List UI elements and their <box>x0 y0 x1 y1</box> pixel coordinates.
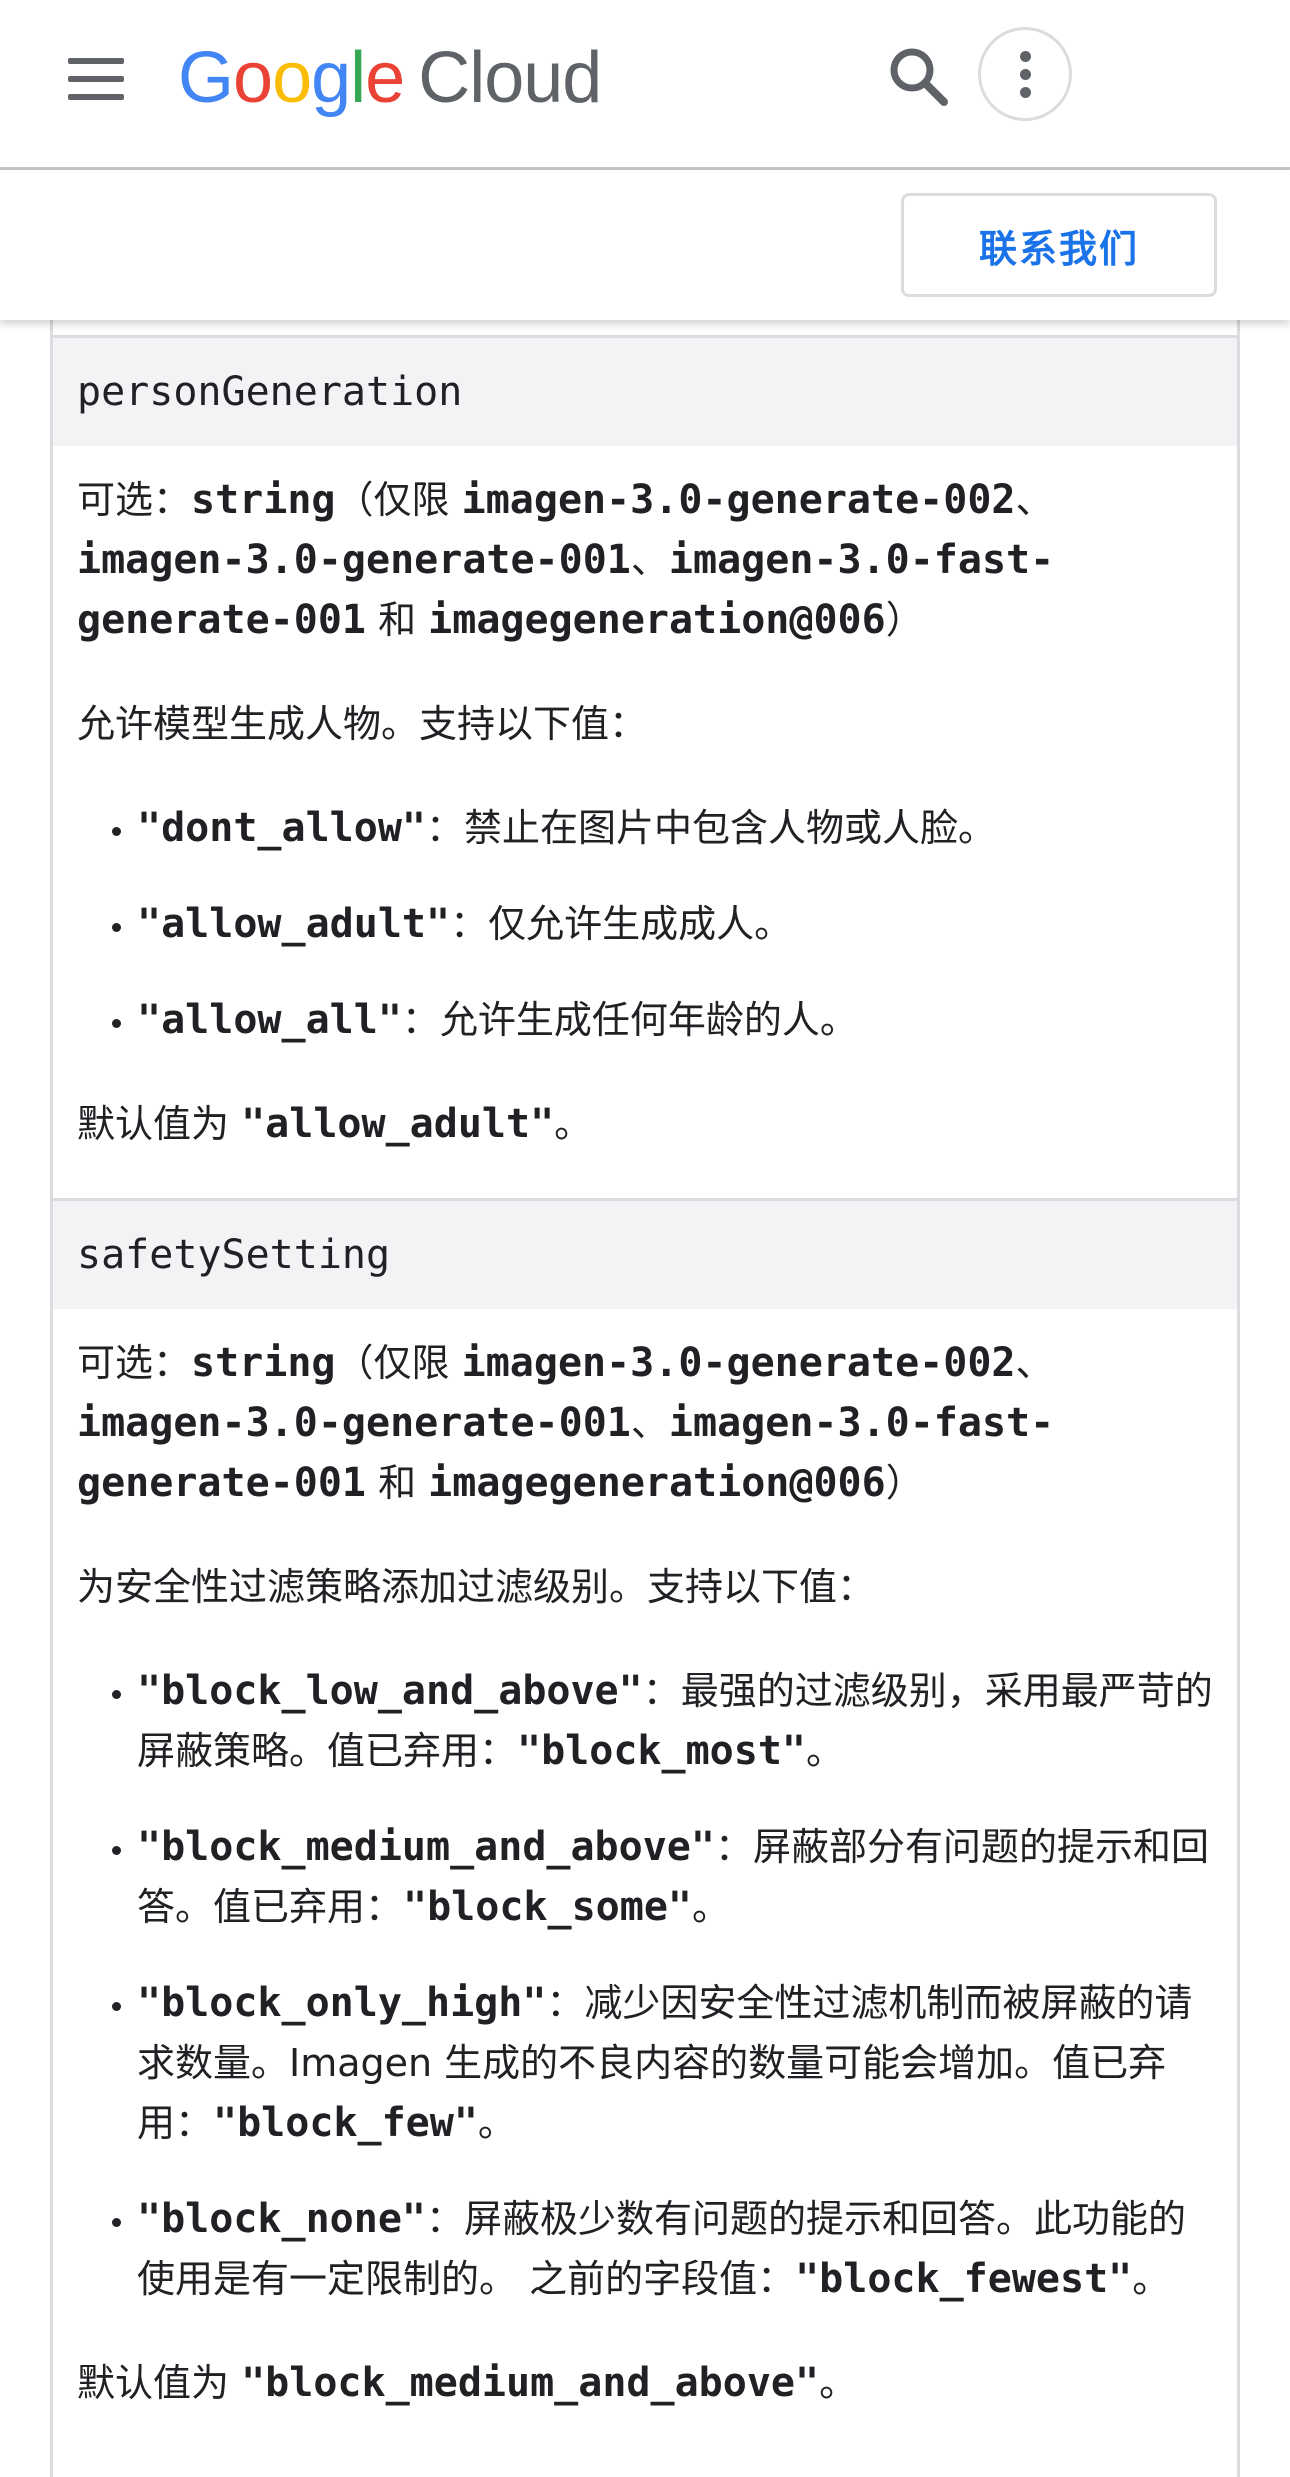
menu-icon[interactable] <box>60 52 132 112</box>
list-item: "block_low_and_above"：最强的过滤级别，采用最严苛的屏蔽策略… <box>137 1661 1213 1781</box>
separator: 、 <box>630 538 669 582</box>
conjunction: 和 <box>365 598 429 642</box>
conjunction: 和 <box>365 1461 429 1505</box>
default-code: "block_medium_and_above" <box>241 2360 820 2406</box>
restrict-close: ） <box>885 598 924 642</box>
param-desc: 为安全性过滤策略添加过滤级别。支持以下值： <box>77 1565 876 1609</box>
google-cloud-logo[interactable]: Google Cloud <box>178 28 602 128</box>
logo-cloud-text: Cloud <box>418 38 602 118</box>
deprecated-code: "block_some" <box>403 1884 692 1930</box>
default-code: "allow_adult" <box>241 1101 555 1147</box>
value-list: "dont_allow"：禁止在图片中包含人物或人脸。 "allow_adult… <box>77 798 1213 1050</box>
list-item: "block_only_high"：减少因安全性过滤机制而被屏蔽的请求数量。Im… <box>137 1973 1213 2153</box>
separator: 、 <box>1015 1341 1054 1385</box>
value-list: "block_low_and_above"：最强的过滤级别，采用最严苛的屏蔽策略… <box>77 1661 1213 2309</box>
type-value: string <box>191 1340 336 1386</box>
model-name: imagen-3.0-generate-001 <box>77 537 631 583</box>
list-item: "block_medium_and_above"：屏蔽部分有问题的提示和回答。值… <box>137 1817 1213 1937</box>
more-vert-icon[interactable] <box>978 27 1072 121</box>
param-description-safety-setting: 可选：string（仅限 imagen-3.0-generate-002、ima… <box>53 1309 1237 2457</box>
default-value-line: 默认值为 "block_medium_and_above"。 <box>77 2353 1213 2413</box>
param-name-person-generation: personGeneration <box>77 369 463 415</box>
model-name: imagen-3.0-generate-001 <box>77 1400 631 1446</box>
value-code: "block_low_and_above" <box>137 1668 643 1714</box>
model-name: imagen-3.0-generate-002 <box>461 477 1016 523</box>
default-prefix: 默认值为 <box>77 2361 242 2405</box>
value-code: "allow_all" <box>137 997 402 1043</box>
value-end: 。 <box>477 2101 516 2145</box>
type-prefix: 可选： <box>77 478 192 522</box>
param-name-safety-setting: safetySetting <box>77 1232 391 1278</box>
param-name-row: safetySetting <box>53 1198 1237 1309</box>
value-text: ：禁止在图片中包含人物或人脸。 <box>425 806 996 850</box>
deprecated-code: "block_fewest" <box>795 2256 1133 2302</box>
model-name: imagegeneration@006 <box>428 1460 886 1506</box>
param-desc: 允许模型生成人物。支持以下值： <box>77 702 648 746</box>
default-suffix: 。 <box>554 1102 593 1146</box>
logo-google-text: Google <box>178 38 405 118</box>
restrict-close: ） <box>885 1461 924 1505</box>
secondary-bar: 联系我们 <box>0 170 1290 320</box>
separator: 、 <box>630 1401 669 1445</box>
param-type-line: 可选：string（仅限 imagen-3.0-generate-002、ima… <box>77 470 1213 650</box>
deprecated-code: "block_few" <box>213 2100 478 2146</box>
model-name: imagen-3.0-generate-002 <box>461 1340 1016 1386</box>
value-code: "allow_adult" <box>137 901 451 947</box>
default-suffix: 。 <box>819 2361 858 2405</box>
separator: 、 <box>1015 478 1054 522</box>
type-prefix: 可选： <box>77 1341 192 1385</box>
model-name: imagegeneration@006 <box>428 597 886 643</box>
deprecated-code: "block_most" <box>517 1728 806 1774</box>
type-value: string <box>191 477 336 523</box>
value-code: "block_medium_and_above" <box>137 1824 715 1870</box>
value-code: "block_only_high" <box>137 1980 547 2026</box>
restrict-open: （仅限 <box>335 1341 462 1385</box>
value-text: ：仅允许生成成人。 <box>450 902 793 946</box>
parameters-table: personGeneration 可选：string（仅限 imagen-3.0… <box>50 320 1240 2477</box>
restrict-open: （仅限 <box>335 478 462 522</box>
list-item: "allow_all"：允许生成任何年龄的人。 <box>137 990 1213 1050</box>
list-item: "dont_allow"：禁止在图片中包含人物或人脸。 <box>137 798 1213 858</box>
value-code: "block_none" <box>137 2196 426 2242</box>
list-item: "block_none"：屏蔽极少数有问题的提示和回答。此功能的使用是有一定限制… <box>137 2189 1213 2309</box>
value-end: 。 <box>692 1885 731 1929</box>
value-end: 。 <box>806 1729 845 1773</box>
default-prefix: 默认值为 <box>77 1102 242 1146</box>
default-value-line: 默认值为 "allow_adult"。 <box>77 1094 1213 1154</box>
param-name-row: personGeneration <box>53 335 1237 446</box>
value-code: "dont_allow" <box>137 805 426 851</box>
top-app-bar: Google Cloud <box>0 0 1290 170</box>
contact-us-button[interactable]: 联系我们 <box>901 193 1217 297</box>
param-description-person-generation: 可选：string（仅限 imagen-3.0-generate-002、ima… <box>53 446 1237 1198</box>
value-end: 。 <box>1132 2257 1171 2301</box>
list-item: "allow_adult"：仅允许生成成人。 <box>137 894 1213 954</box>
value-text: ：允许生成任何年龄的人。 <box>401 998 858 1042</box>
search-icon[interactable] <box>882 40 956 114</box>
param-type-line: 可选：string（仅限 imagen-3.0-generate-002、ima… <box>77 1333 1213 1513</box>
